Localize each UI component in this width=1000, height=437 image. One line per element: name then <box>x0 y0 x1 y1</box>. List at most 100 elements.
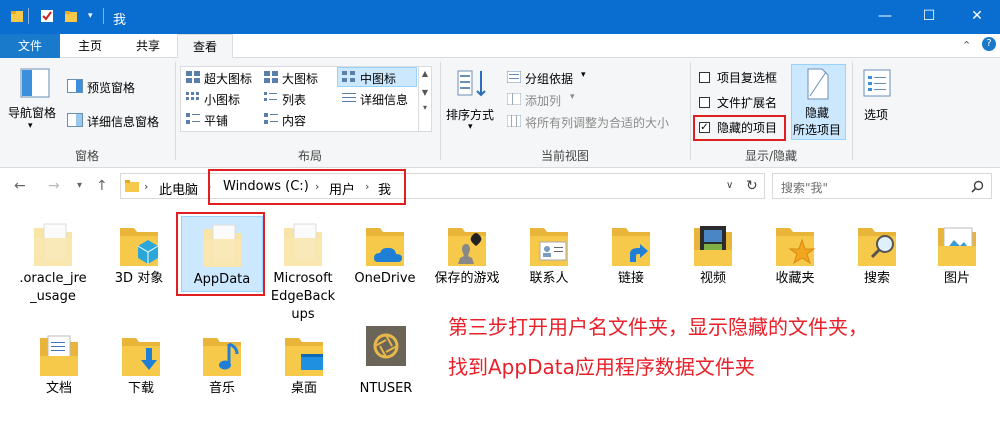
add-column-icon <box>507 93 521 105</box>
folder-oracle-jre-usage[interactable]: .oracle_jre _usage <box>12 220 94 306</box>
layout-list[interactable]: 列表 <box>282 91 306 108</box>
back-arrow-icon[interactable]: ← <box>14 178 26 194</box>
layout-scroll[interactable]: ▲ ▼ ▾ <box>418 67 431 131</box>
options-icon <box>863 69 891 97</box>
tab-file[interactable]: 文件 <box>0 34 60 58</box>
folder-pictures[interactable]: 图片 <box>916 220 998 288</box>
desktop-icon <box>285 338 323 376</box>
item-label: OneDrive <box>354 271 416 286</box>
group-label-current-view: 当前视图 <box>540 149 589 163</box>
hide-selected-icon <box>807 68 829 100</box>
close-button[interactable]: ✕ <box>954 0 1000 34</box>
refresh-icon[interactable]: ↻ <box>746 178 758 194</box>
new-folder-icon[interactable] <box>64 9 78 23</box>
chevron-down-icon[interactable]: ▾ <box>570 92 575 102</box>
add-column-button[interactable]: 添加列 <box>525 92 561 109</box>
documents-icon <box>40 335 78 376</box>
list-icon <box>264 92 277 101</box>
file-extensions-checkbox[interactable] <box>699 97 710 108</box>
folder-links[interactable]: 链接 <box>590 220 672 288</box>
chevron-down-icon[interactable]: ∨ <box>726 180 733 191</box>
nav-pane-button[interactable]: 导航窗格 <box>8 104 56 121</box>
searches-icon <box>858 228 896 266</box>
maximize-button[interactable]: ☐ <box>906 0 952 34</box>
search-placeholder: 搜索"我" <box>781 181 829 195</box>
item-label-line: ups <box>291 307 315 322</box>
item-label-line: EdgeBack <box>270 289 336 304</box>
preview-pane-icon <box>67 79 83 93</box>
folder-favorites[interactable]: 收藏夹 <box>754 220 836 288</box>
minimize-button[interactable]: — <box>862 0 908 34</box>
up-arrow-icon[interactable]: ↑ <box>96 178 108 194</box>
hide-selected-label-2: 所选项目 <box>793 123 842 137</box>
tab-home[interactable]: 主页 <box>62 34 118 58</box>
layout-details[interactable]: 详细信息 <box>360 91 408 108</box>
folder-downloads[interactable]: 下载 <box>100 330 182 398</box>
hidden-folder-icon <box>34 223 72 266</box>
folder-documents[interactable]: 文档 <box>18 330 100 398</box>
window-title: 我 <box>113 13 127 28</box>
medium-icons-icon <box>342 71 355 82</box>
item-label: 收藏夹 <box>775 271 815 286</box>
content-icon <box>264 113 278 124</box>
folder-searches[interactable]: 搜索 <box>836 220 918 288</box>
item-checkboxes-checkbox[interactable] <box>699 72 710 83</box>
tab-share[interactable]: 共享 <box>120 34 176 58</box>
customize-quick-access-icon[interactable]: ▾ <box>88 11 102 25</box>
options-button[interactable]: 选项 <box>864 106 888 123</box>
folder-desktop[interactable]: 桌面 <box>263 330 345 398</box>
folder-videos[interactable]: 视频 <box>672 220 754 288</box>
folder-music[interactable]: 音乐 <box>181 330 263 398</box>
folder-microsoft-edgebackups[interactable]: Microsoft EdgeBack ups <box>262 220 344 324</box>
divider <box>440 62 441 160</box>
chevron-down-icon[interactable]: ▾ <box>468 122 473 132</box>
file-ntuser[interactable]: NTUSER <box>345 326 427 398</box>
divider <box>103 8 104 24</box>
layout-extra-large[interactable]: 超大图标 <box>204 70 252 87</box>
layout-small[interactable]: 小图标 <box>204 91 240 108</box>
layout-content[interactable]: 内容 <box>282 112 306 129</box>
item-label: 下载 <box>127 381 154 396</box>
highlight-box <box>693 115 786 141</box>
layout-tiles[interactable]: 平铺 <box>204 112 228 129</box>
folder-onedrive[interactable]: OneDrive <box>344 220 426 288</box>
layout-large[interactable]: 大图标 <box>282 70 318 87</box>
folder-saved-games[interactable]: 保存的游戏 <box>426 220 508 288</box>
divider <box>175 62 176 160</box>
recent-locations-icon[interactable]: ▾ <box>77 180 82 191</box>
details-pane-button[interactable]: 详细信息窗格 <box>87 113 159 130</box>
fit-columns-button[interactable]: 将所有列调整为合适的大小 <box>525 114 669 131</box>
chevron-down-icon[interactable]: ▾ <box>28 121 33 131</box>
folder-contacts[interactable]: 联系人 <box>508 220 590 288</box>
item-label: 保存的游戏 <box>434 271 500 286</box>
search-icon[interactable] <box>971 180 984 193</box>
folder-3d-objects[interactable]: 3D 对象 <box>98 220 180 288</box>
search-input[interactable]: 搜索"我" <box>772 173 992 199</box>
details-pane-icon <box>67 113 83 127</box>
file-list: .oracle_jre _usage 3D 对象 AppData Microso… <box>0 206 1000 437</box>
forward-arrow-icon[interactable]: → <box>48 178 60 194</box>
collapse-ribbon-icon[interactable]: ⌃ <box>962 39 971 52</box>
sort-button[interactable]: 排序方式 <box>446 106 494 123</box>
group-label-panes: 窗格 <box>74 149 99 163</box>
item-label-line: _usage <box>30 289 76 304</box>
preview-pane-button[interactable]: 预览窗格 <box>87 79 135 96</box>
folder-icon <box>125 180 139 192</box>
layout-medium[interactable]: 中图标 <box>360 70 396 87</box>
chevron-down-icon[interactable]: ▾ <box>581 70 586 80</box>
folder-icon <box>11 11 23 22</box>
item-label: 3D 对象 <box>114 271 164 286</box>
annotation-line-1: 第三步打开用户名文件夹，显示隐藏的文件夹， <box>448 315 868 339</box>
help-icon[interactable]: ? <box>982 37 996 51</box>
file-extensions-label: 文件扩展名 <box>717 96 778 110</box>
contacts-icon <box>530 228 568 266</box>
tab-view[interactable]: 查看 <box>177 34 233 59</box>
group-by-button[interactable]: 分组依据 <box>525 70 573 87</box>
chevron-right-icon[interactable]: › <box>144 180 148 193</box>
extra-large-icons-icon <box>186 71 200 83</box>
properties-icon[interactable] <box>40 9 54 23</box>
breadcrumb-this-pc[interactable]: 此电脑 <box>159 179 198 198</box>
item-label: 文档 <box>45 381 72 396</box>
highlight-box <box>176 212 265 296</box>
annotation-line-2: 找到AppData应用程序数据文件夹 <box>448 355 755 379</box>
